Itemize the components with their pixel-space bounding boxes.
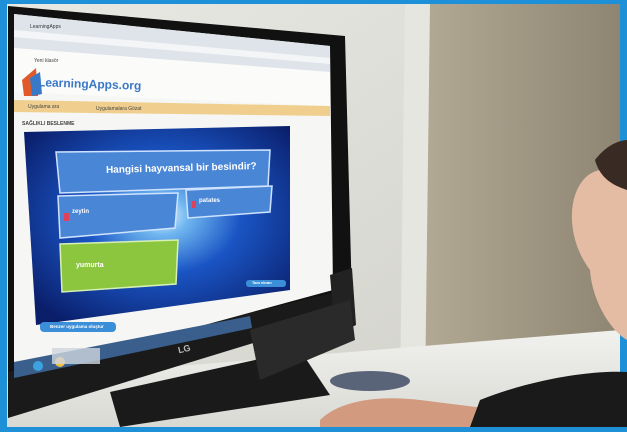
browser-tab-title: LearningApps xyxy=(30,24,61,30)
search-input[interactable]: Uygulama ara xyxy=(28,104,59,110)
bookmark-folder[interactable]: Yeni klasör xyxy=(34,58,58,64)
fullscreen-button[interactable]: Tam ekran xyxy=(252,280,272,285)
page-title: SAĞLIKLI BESLENME xyxy=(22,121,75,127)
create-similar-button[interactable]: Benzer uygulama oluştur xyxy=(50,324,104,329)
photo-scene xyxy=(0,0,627,432)
mouse xyxy=(330,371,410,391)
nav-link-browse[interactable]: Uygulamalara Gözat xyxy=(96,106,142,112)
